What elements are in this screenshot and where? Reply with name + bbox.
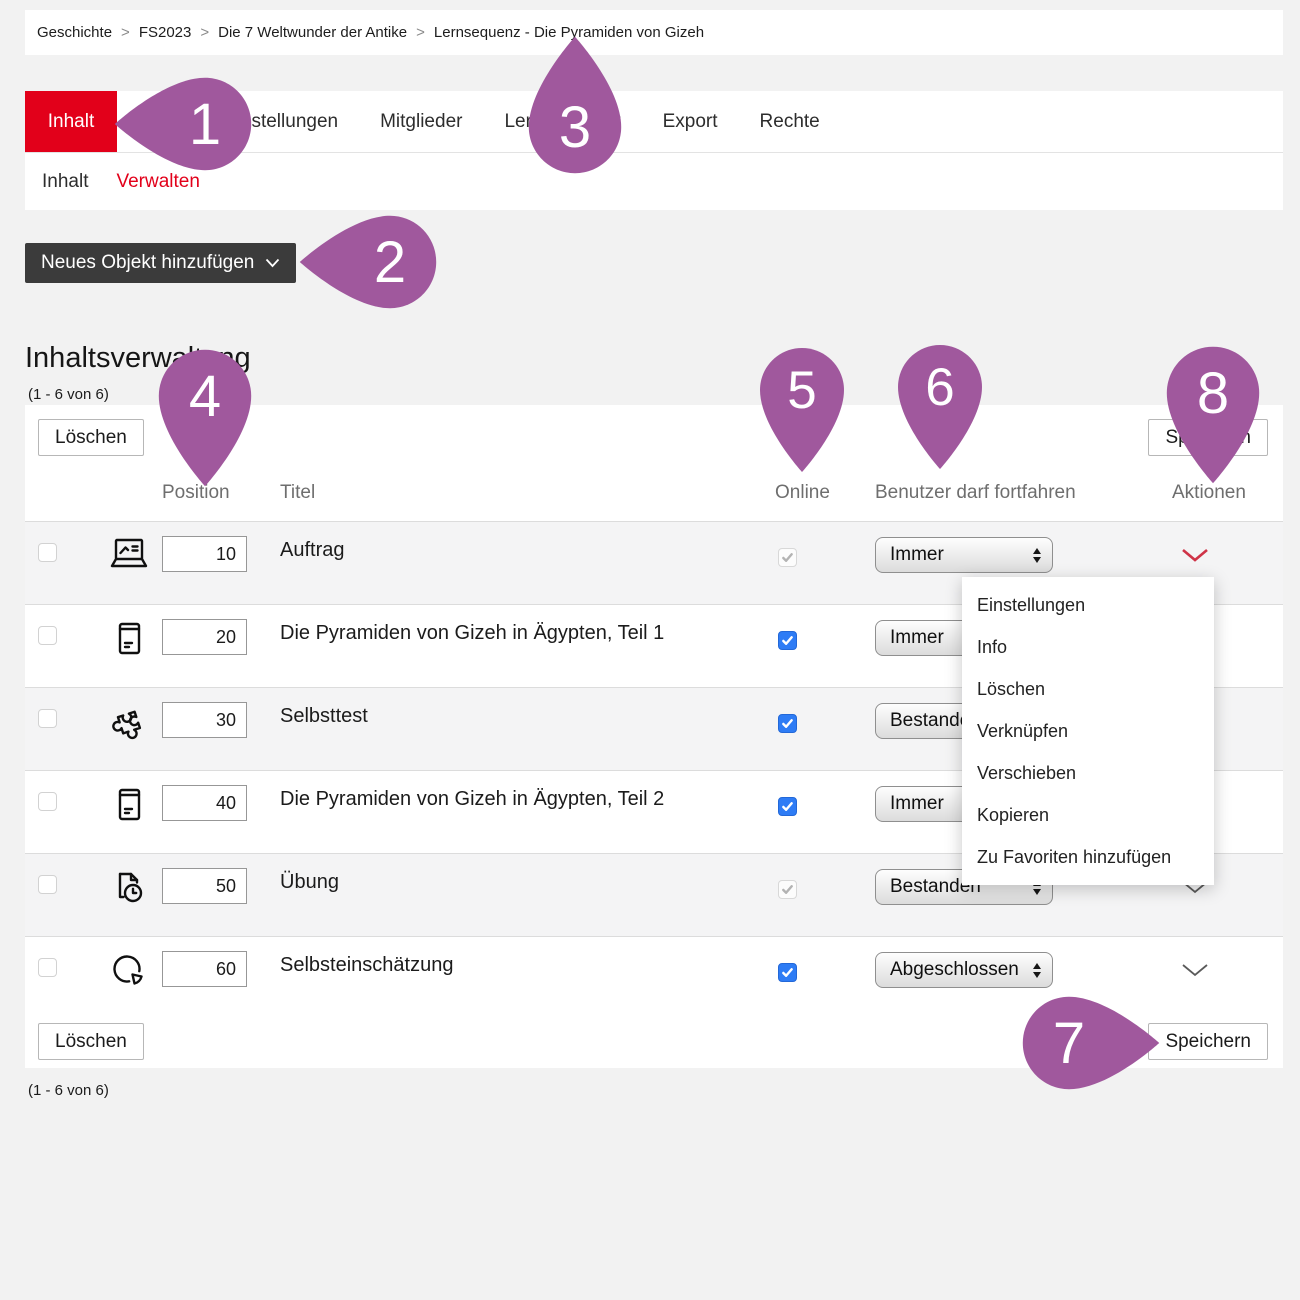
- proceed-select[interactable]: Abgeschlossen: [875, 952, 1053, 988]
- row-select-checkbox[interactable]: [38, 626, 57, 645]
- marker-number: 6: [890, 337, 990, 437]
- tab-rechte[interactable]: Rechte: [739, 91, 841, 152]
- learning-module-icon: [106, 616, 152, 662]
- menu-item-verknuepfen[interactable]: Verknüpfen: [962, 710, 1214, 752]
- online-checkbox[interactable]: [778, 714, 797, 733]
- menu-item-info[interactable]: Info: [962, 626, 1214, 668]
- online-checkbox[interactable]: [778, 631, 797, 650]
- online-checkbox[interactable]: [778, 880, 797, 899]
- delete-button-top[interactable]: Löschen: [38, 419, 144, 456]
- actions-chevron-icon[interactable]: [1181, 547, 1209, 563]
- online-checkbox[interactable]: [778, 963, 797, 982]
- result-count-top: (1 - 6 von 6): [28, 386, 109, 403]
- tab-export[interactable]: Export: [642, 91, 739, 152]
- row-select-checkbox[interactable]: [38, 958, 57, 977]
- proceed-select[interactable]: Immer: [875, 537, 1053, 573]
- item-title: Selbsteinschätzung: [280, 954, 453, 977]
- proceed-select-value: Immer: [890, 544, 944, 566]
- actions-chevron-icon[interactable]: [1181, 962, 1209, 978]
- proceed-select-value: Abgeschlossen: [890, 959, 1019, 981]
- survey-pie-icon: [106, 948, 152, 994]
- tab-inhalt[interactable]: Inhalt: [25, 91, 117, 152]
- position-input[interactable]: [162, 785, 247, 821]
- select-stepper-icon: [1033, 548, 1041, 563]
- breadcrumb: Geschichte > FS2023 > Die 7 Weltwunder d…: [25, 10, 1283, 55]
- marker-number: 4: [150, 341, 260, 451]
- menu-item-verschieben[interactable]: Verschieben: [962, 752, 1214, 794]
- row-select-checkbox[interactable]: [38, 709, 57, 728]
- delete-button-bottom[interactable]: Löschen: [38, 1023, 144, 1060]
- online-checkbox[interactable]: [778, 548, 797, 567]
- chevron-down-icon: [265, 258, 280, 268]
- position-input[interactable]: [162, 868, 247, 904]
- actions-dropdown-menu: Einstellungen Info Löschen Verknüpfen Ve…: [962, 577, 1214, 885]
- item-title: Auftrag: [280, 539, 344, 562]
- subtab-inhalt[interactable]: Inhalt: [42, 171, 88, 193]
- proceed-select-value: Immer: [890, 627, 944, 649]
- row-select-checkbox[interactable]: [38, 875, 57, 894]
- add-new-object-button[interactable]: Neues Objekt hinzufügen: [25, 243, 296, 283]
- menu-item-zu-favoriten[interactable]: Zu Favoriten hinzufügen: [962, 836, 1214, 878]
- result-count-bottom: (1 - 6 von 6): [28, 1082, 109, 1099]
- position-input[interactable]: [162, 536, 247, 572]
- breadcrumb-separator: >: [200, 24, 209, 41]
- column-header-online: Online: [775, 482, 830, 504]
- breadcrumb-item[interactable]: FS2023: [139, 24, 192, 41]
- page: Geschichte > FS2023 > Die 7 Weltwunder d…: [0, 0, 1300, 1300]
- column-header-title: Titel: [280, 482, 315, 504]
- item-title: Selbsttest: [280, 705, 368, 728]
- selftest-puzzle-icon: [106, 699, 152, 745]
- online-checkbox[interactable]: [778, 797, 797, 816]
- marker-number: 7: [1014, 988, 1124, 1098]
- menu-item-loeschen[interactable]: Löschen: [962, 668, 1214, 710]
- breadcrumb-separator: >: [121, 24, 130, 41]
- position-input[interactable]: [162, 702, 247, 738]
- menu-item-einstellungen[interactable]: Einstellungen: [962, 584, 1214, 626]
- breadcrumb-separator: >: [416, 24, 425, 41]
- row-select-checkbox[interactable]: [38, 792, 57, 811]
- item-title: Die Pyramiden von Gizeh in Ägypten, Teil…: [280, 622, 664, 645]
- item-title: Die Pyramiden von Gizeh in Ägypten, Teil…: [280, 788, 664, 811]
- breadcrumb-item[interactable]: Die 7 Weltwunder der Antike: [218, 24, 407, 41]
- marker-number: 3: [520, 72, 630, 182]
- row-select-checkbox[interactable]: [38, 543, 57, 562]
- column-header-proceed: Benutzer darf fortfahren: [875, 482, 1076, 504]
- exercise-deadline-icon: [106, 865, 152, 911]
- proceed-select-value: Immer: [890, 793, 944, 815]
- breadcrumb-item[interactable]: Geschichte: [37, 24, 112, 41]
- menu-item-kopieren[interactable]: Kopieren: [962, 794, 1214, 836]
- assignment-laptop-icon: [106, 533, 152, 579]
- position-input[interactable]: [162, 619, 247, 655]
- marker-number: 5: [752, 340, 852, 440]
- tab-mitglieder[interactable]: Mitglieder: [359, 91, 483, 152]
- add-new-object-label: Neues Objekt hinzufügen: [41, 252, 254, 274]
- position-input[interactable]: [162, 951, 247, 987]
- item-title: Übung: [280, 871, 339, 894]
- learning-module-icon: [106, 782, 152, 828]
- marker-number: 8: [1158, 338, 1268, 448]
- marker-number: 1: [150, 69, 260, 179]
- marker-number: 2: [335, 207, 445, 317]
- select-stepper-icon: [1033, 963, 1041, 978]
